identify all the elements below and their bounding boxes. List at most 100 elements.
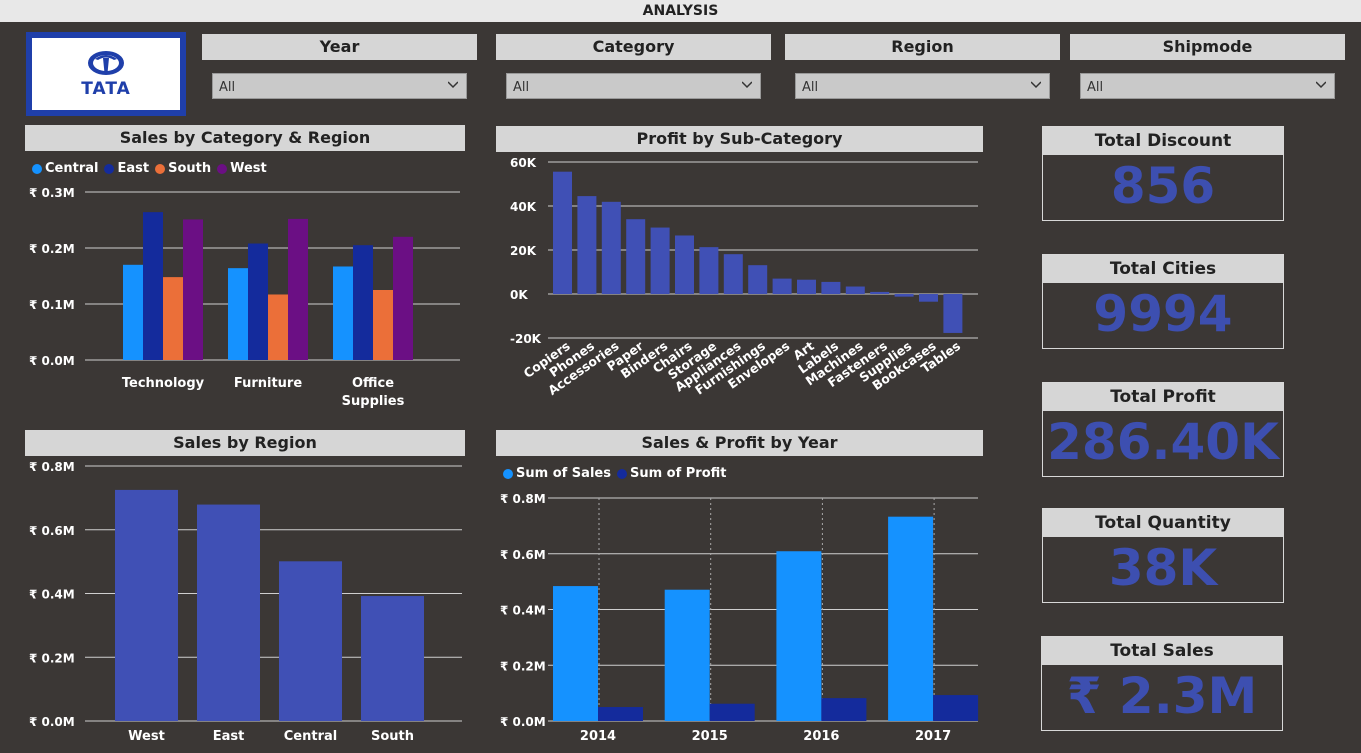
sales-profit-by-year-chart: ₹ 0.0M ₹ 0.2M ₹ 0.4M ₹ 0.6M ₹ 0.8M 2014 2015 20… xyxy=(500,492,979,744)
bar-central xyxy=(123,264,143,360)
bar-west xyxy=(288,218,308,360)
bar-paper xyxy=(626,219,646,294)
bar-profit xyxy=(821,698,867,721)
bar-east xyxy=(143,212,163,360)
legend-item-sales[interactable]: Sum of Sales xyxy=(503,466,611,481)
bar-envelopes xyxy=(772,278,792,294)
kpi-value: ₹ 2.3M xyxy=(1066,667,1258,725)
kpi-title: Total Profit xyxy=(1043,383,1283,411)
bar-sales xyxy=(664,589,710,721)
bar-east xyxy=(353,245,373,360)
sales-by-category-region-chart: ₹ 0.0M ₹ 0.1M ₹ 0.2M ₹ 0.3M Technology Furnit… xyxy=(29,186,460,409)
tata-logo-text: TATA xyxy=(81,79,131,99)
bar-fasteners xyxy=(870,291,890,294)
x-tick-label: 2017 xyxy=(915,729,951,744)
chevron-down-icon xyxy=(448,81,458,89)
chevron-down-icon xyxy=(742,81,752,89)
bar-accessories xyxy=(601,201,621,294)
kpi-value: 286.40K xyxy=(1047,413,1279,471)
sales-by-region-title: Sales by Region xyxy=(25,430,465,456)
y-tick-label: ₹ 0.8M xyxy=(29,460,75,474)
y-tick-label: 60K xyxy=(510,156,537,170)
bar-chairs xyxy=(675,235,694,294)
legend-item-east[interactable]: East xyxy=(104,161,149,176)
category-dropdown-value: All xyxy=(513,80,530,95)
y-tick-label: ₹ 0.2M xyxy=(29,242,75,256)
bar-south xyxy=(361,596,424,721)
y-tick-label: ₹ 0.0M xyxy=(500,715,546,729)
category-region-legend: Central East South West xyxy=(32,161,267,176)
bar-west xyxy=(393,236,413,360)
x-tick-label: Technology xyxy=(122,376,205,391)
tata-emblem-icon xyxy=(88,51,124,75)
y-tick-label: ₹ 0.3M xyxy=(29,186,75,200)
sales-profit-by-year-title: Sales & Profit by Year xyxy=(496,430,983,456)
kpi-title: Total Cities xyxy=(1043,255,1283,283)
x-tick-label: Central xyxy=(284,729,337,744)
bar-central xyxy=(333,266,353,360)
shipmode-dropdown[interactable]: All xyxy=(1080,73,1335,99)
y-tick-label: ₹ 0.4M xyxy=(29,588,75,602)
y-tick-label: 40K xyxy=(510,200,537,214)
bar-binders xyxy=(650,227,670,294)
legend-item-south[interactable]: South xyxy=(155,161,211,176)
x-tick-label: 2014 xyxy=(580,729,616,744)
bar-appliances xyxy=(723,254,743,294)
bar-supplies xyxy=(894,294,914,297)
bar-central xyxy=(279,561,342,721)
region-dropdown[interactable]: All xyxy=(795,73,1050,99)
x-tick-label: Office Supplies xyxy=(342,376,405,409)
x-tick-label: Furniture xyxy=(234,376,302,391)
kpi-total-cities: Total Cities 9994 xyxy=(1042,254,1284,349)
bar-south xyxy=(163,277,183,360)
x-tick-label: West xyxy=(128,729,165,744)
shipmode-dropdown-value: All xyxy=(1087,80,1104,95)
chevron-down-icon xyxy=(1031,81,1041,89)
region-dropdown-value: All xyxy=(802,80,819,95)
x-tick-label: 2016 xyxy=(803,729,839,744)
kpi-value: 9994 xyxy=(1093,285,1233,343)
bar-profit xyxy=(598,707,643,721)
bar-phones xyxy=(577,196,597,294)
kpi-total-quantity: Total Quantity 38K xyxy=(1042,508,1284,603)
bar-tables xyxy=(943,294,963,333)
kpi-title: Total Discount xyxy=(1043,127,1283,155)
y-tick-label: ₹ 0.2M xyxy=(29,651,75,665)
bar-profit xyxy=(933,695,979,721)
legend-item-central[interactable]: Central xyxy=(32,161,98,176)
bar-sales xyxy=(553,586,598,721)
y-tick-label: ₹ 0.1M xyxy=(29,298,75,312)
y-tick-label: ₹ 0.0M xyxy=(29,354,75,368)
bar-art xyxy=(797,279,816,294)
sales-profit-legend: Sum of Sales Sum of Profit xyxy=(503,466,726,481)
kpi-total-profit: Total Profit 286.40K xyxy=(1042,382,1284,477)
bar-sales xyxy=(888,516,934,721)
category-slicer-title: Category xyxy=(496,34,771,60)
y-tick-label: ₹ 0.0M xyxy=(29,715,75,729)
y-tick-label: 0K xyxy=(510,288,528,302)
kpi-total-sales: Total Sales ₹ 2.3M xyxy=(1041,636,1283,731)
kpi-title: Total Sales xyxy=(1042,637,1282,665)
sales-by-region-chart: ₹ 0.0M ₹ 0.2M ₹ 0.4M ₹ 0.6M ₹ 0.8M West East Ce… xyxy=(29,460,462,744)
bar-sales xyxy=(776,551,822,721)
tata-logo: TATA xyxy=(26,32,186,116)
bar-south xyxy=(268,294,288,360)
dashboard-title: ANALYSIS xyxy=(0,0,1361,22)
shipmode-slicer-title: Shipmode xyxy=(1070,34,1345,60)
bar-copiers xyxy=(553,171,572,294)
bar-central xyxy=(228,268,248,360)
sales-by-category-region-title: Sales by Category & Region xyxy=(25,125,465,151)
y-tick-label: ₹ 0.6M xyxy=(500,548,546,562)
bar-bookcases xyxy=(919,294,938,302)
year-dropdown[interactable]: All xyxy=(212,73,467,99)
category-dropdown[interactable]: All xyxy=(506,73,761,99)
profit-by-subcategory-chart: -20K0K20K40K60KCopiersPhonesAccessoriesP… xyxy=(510,156,978,398)
chevron-down-icon xyxy=(1316,81,1326,89)
y-tick-label: ₹ 0.2M xyxy=(500,659,546,673)
legend-item-profit[interactable]: Sum of Profit xyxy=(616,466,726,481)
x-tick-label: South xyxy=(371,729,414,744)
bar-furnishings xyxy=(748,265,768,294)
x-tick-label: East xyxy=(213,729,245,744)
bar-storage xyxy=(699,247,719,294)
legend-item-west[interactable]: West xyxy=(217,161,267,176)
